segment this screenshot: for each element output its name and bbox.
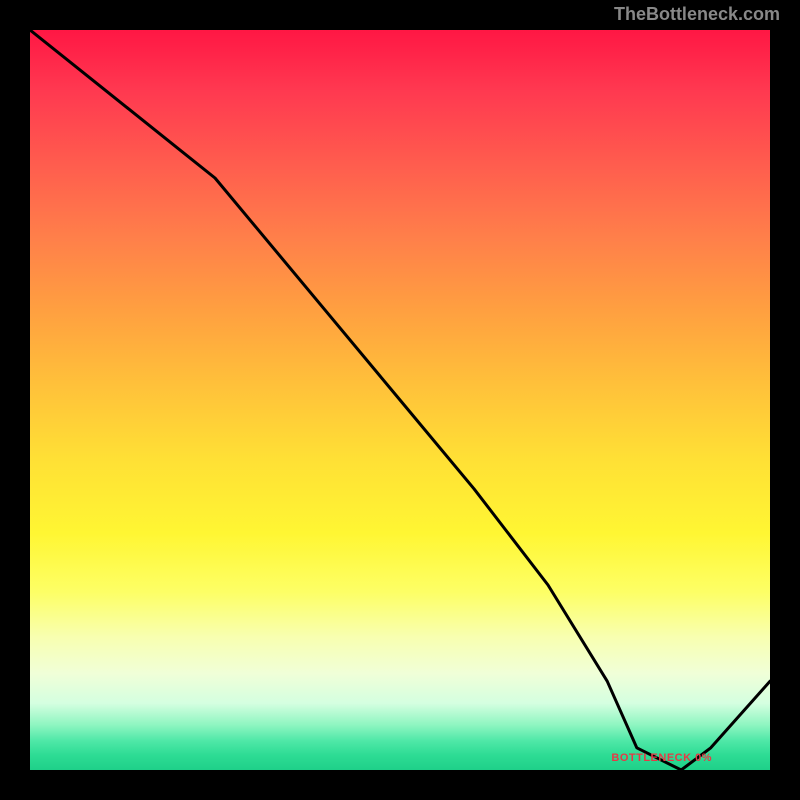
watermark-text: TheBottleneck.com <box>614 4 780 25</box>
chart-line-svg <box>30 30 770 770</box>
chart-plot-area: BOTTLENECK 0% <box>30 30 770 770</box>
bottleneck-curve-line <box>30 30 770 770</box>
optimum-label: BOTTLENECK 0% <box>611 752 712 764</box>
